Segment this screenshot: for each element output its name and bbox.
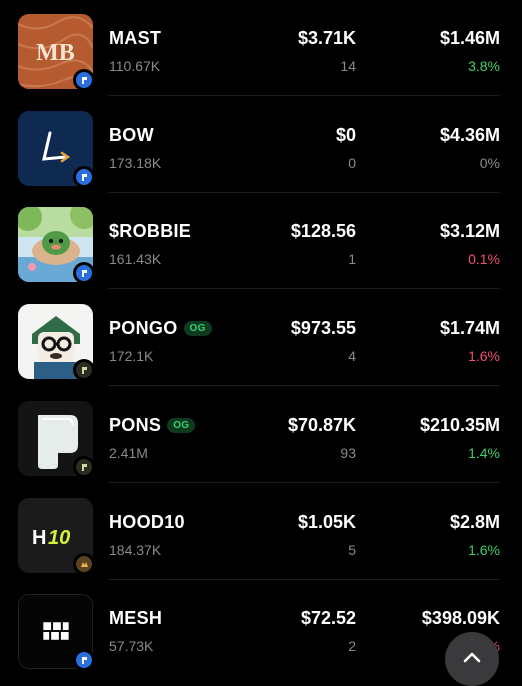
token-price: $128.56 (290, 221, 356, 241)
token-price: $70.87K (287, 415, 356, 435)
token-price: $72.52 (300, 608, 356, 628)
token-name-text: MAST (109, 28, 162, 48)
token-row-robbie[interactable]: $ROBBIE 161.43K $128.56 1 $3.12M 0.1% (0, 193, 522, 289)
token-holders: 184.37K (109, 542, 162, 558)
token-row-pongo[interactable]: PONGO OG 172.1K $973.55 4 $1.74M 1.6% (0, 290, 522, 386)
token-holders: 110.67K (109, 58, 161, 74)
token-name: BOW (109, 125, 154, 146)
token-row-pons[interactable]: PONS OG 2.41M $70.87K 93 $210.35M 1.4% (0, 387, 522, 483)
chevron-up-icon (463, 652, 481, 663)
token-holders: 2.41M (109, 445, 148, 461)
chain-badge-icon (73, 69, 95, 91)
token-count: 0 (348, 155, 356, 171)
token-holders: 161.43K (109, 251, 162, 267)
hood10-logo-number: 10 (48, 527, 70, 549)
row-divider (108, 385, 500, 386)
token-holders: 172.1K (109, 348, 154, 364)
token-name: HOOD10 (109, 512, 185, 533)
token-holders: 173.18K (109, 155, 162, 171)
hood10-logo-letter: H (32, 527, 46, 549)
chain-badge-icon (73, 649, 95, 671)
token-name-text: PONS (109, 415, 162, 435)
token-name-text: $ROBBIE (109, 221, 192, 241)
token-count: 5 (348, 542, 356, 558)
mast-logo-text: MB (36, 40, 75, 66)
chain-badge-icon (73, 553, 95, 575)
token-holders: 57.73K (109, 638, 154, 654)
token-row-mesh[interactable]: MESH 57.73K $72.52 2 $398.09K % (0, 580, 522, 676)
token-change: 1.6% (468, 542, 500, 558)
row-divider (108, 288, 500, 289)
token-market-cap: $210.35M (419, 415, 500, 435)
token-row-mast[interactable]: MB MAST 110.67K $3.71K 14 $1.46M 3.8% (0, 0, 522, 96)
token-change: 0.1% (468, 251, 500, 267)
token-change: 1.6% (468, 348, 500, 364)
token-market-cap: $4.36M (439, 125, 500, 145)
token-change: 0% (479, 155, 500, 171)
token-name-text: BOW (109, 125, 154, 145)
token-name: PONS OG (109, 415, 196, 436)
token-price: $1.05K (297, 512, 356, 532)
row-divider (108, 482, 500, 483)
token-count: 93 (340, 445, 356, 461)
token-name: MESH (109, 608, 162, 629)
og-badge: OG (167, 418, 196, 433)
token-name: $ROBBIE (109, 221, 191, 242)
chain-badge-icon (73, 359, 95, 381)
token-price: $3.71K (297, 28, 356, 48)
token-row-hood10[interactable]: H 10 HOOD10 184.37K $1.05K 5 $2.8M 1.6% (0, 484, 522, 580)
scroll-to-top-button[interactable] (445, 632, 499, 686)
token-count: 1 (348, 251, 356, 267)
token-row-bow[interactable]: BOW 173.18K $0 0 $4.36M 0% (0, 97, 522, 193)
token-name: MAST (109, 28, 161, 49)
token-market-cap: $1.74M (439, 318, 500, 338)
token-count: 14 (340, 58, 356, 74)
token-market-cap: $398.09K (421, 608, 500, 628)
token-market-cap: $1.46M (439, 28, 500, 48)
chain-badge-icon (73, 166, 95, 188)
chain-badge-icon (73, 262, 95, 284)
token-change: 1.4% (468, 445, 500, 461)
token-change: 3.8% (468, 58, 500, 74)
token-count: 2 (348, 638, 356, 654)
token-name-text: HOOD10 (109, 512, 185, 532)
token-price: $973.55 (290, 318, 356, 338)
token-count: 4 (348, 348, 356, 364)
token-name: PONGO OG (109, 318, 212, 339)
token-name-text: PONGO (109, 318, 178, 338)
token-price: $0 (335, 125, 356, 145)
chain-badge-icon (73, 456, 95, 478)
token-market-cap: $2.8M (449, 512, 500, 532)
token-market-cap: $3.12M (439, 221, 500, 241)
token-name-text: MESH (109, 608, 163, 628)
og-badge: OG (183, 321, 212, 336)
row-divider (108, 95, 500, 96)
